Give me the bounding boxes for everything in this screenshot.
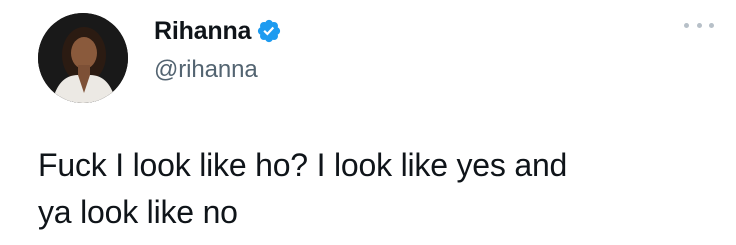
- tweet-text: Fuck I look like ho? I look like yes and…: [38, 142, 718, 236]
- tweet-text-line: ya look like no: [38, 194, 238, 230]
- user-info: Rihanna @rihanna: [154, 14, 282, 84]
- name-row: Rihanna: [154, 14, 282, 48]
- avatar[interactable]: [38, 13, 128, 103]
- more-dot: [684, 22, 689, 28]
- tweet-text-line: Fuck I look like ho? I look like yes and: [38, 147, 568, 183]
- more-dot: [709, 22, 714, 28]
- more-dot: [696, 22, 702, 28]
- display-name[interactable]: Rihanna: [154, 17, 251, 46]
- verified-badge-icon: [256, 18, 282, 44]
- tweet-card: Rihanna @rihanna Fuck I look like ho? I …: [0, 0, 736, 245]
- more-options-icon[interactable]: [684, 18, 714, 32]
- profile-photo-icon: [38, 13, 128, 103]
- user-handle[interactable]: @rihanna: [154, 56, 282, 84]
